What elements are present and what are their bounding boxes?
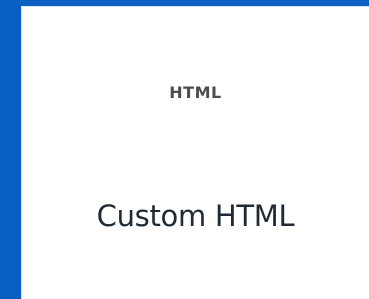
html-icon: HTML — [169, 83, 222, 102]
tile-label: Custom HTML — [96, 199, 295, 233]
custom-html-tile[interactable]: HTML Custom HTML — [21, 6, 369, 299]
app-frame: HTML Custom HTML — [0, 0, 369, 299]
